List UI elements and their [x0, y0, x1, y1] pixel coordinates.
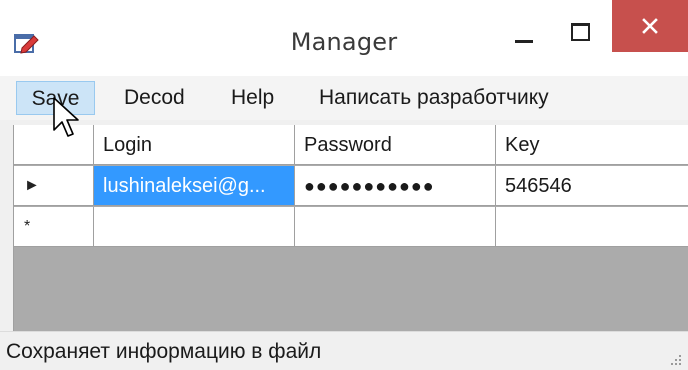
- menu-bar: Save Decod Help Написать разработчику: [0, 76, 688, 120]
- cell-password[interactable]: ●●●●●●●●●●●: [295, 166, 496, 206]
- close-icon: [642, 18, 658, 34]
- cell-key[interactable]: [496, 207, 688, 247]
- grid-header-row: Login Password Key: [14, 125, 688, 165]
- table-row[interactable]: ► lushinaleksei@g... ●●●●●●●●●●● 546546: [14, 166, 688, 206]
- table-row-new[interactable]: *: [14, 207, 688, 247]
- maximize-button[interactable]: [556, 12, 604, 62]
- column-header-password[interactable]: Password: [295, 125, 496, 165]
- column-header-key[interactable]: Key: [496, 125, 688, 165]
- status-text: Сохраняет информацию в файл: [6, 340, 322, 363]
- row-header[interactable]: ►: [14, 166, 94, 206]
- cell-key[interactable]: 546546: [496, 166, 688, 206]
- row-header[interactable]: *: [14, 207, 94, 247]
- cell-password[interactable]: [295, 207, 496, 247]
- menu-decod[interactable]: Decod: [124, 81, 185, 115]
- maximize-icon: [570, 23, 590, 41]
- minimize-button[interactable]: [500, 12, 548, 62]
- cell-login[interactable]: [94, 207, 295, 247]
- new-row-asterisk-icon: *: [24, 218, 31, 235]
- column-header-login[interactable]: Login: [94, 125, 295, 165]
- data-grid[interactable]: Login Password Key ► lushinaleksei@g... …: [13, 125, 688, 331]
- manager-window: Manager Save Decod Help Написать разрабо…: [0, 0, 688, 370]
- status-bar: Сохраняет информацию в файл: [0, 331, 688, 370]
- menu-write-developer[interactable]: Написать разработчику: [319, 81, 549, 115]
- menu-help[interactable]: Help: [231, 81, 274, 115]
- resize-grip-icon[interactable]: [668, 352, 682, 366]
- minimize-icon: [515, 39, 533, 43]
- cell-login[interactable]: lushinaleksei@g...: [94, 166, 295, 206]
- title-bar[interactable]: Manager: [0, 0, 688, 76]
- close-button[interactable]: [612, 0, 688, 52]
- mouse-pointer-icon: [53, 97, 79, 137]
- current-row-arrow-icon: ►: [24, 177, 40, 194]
